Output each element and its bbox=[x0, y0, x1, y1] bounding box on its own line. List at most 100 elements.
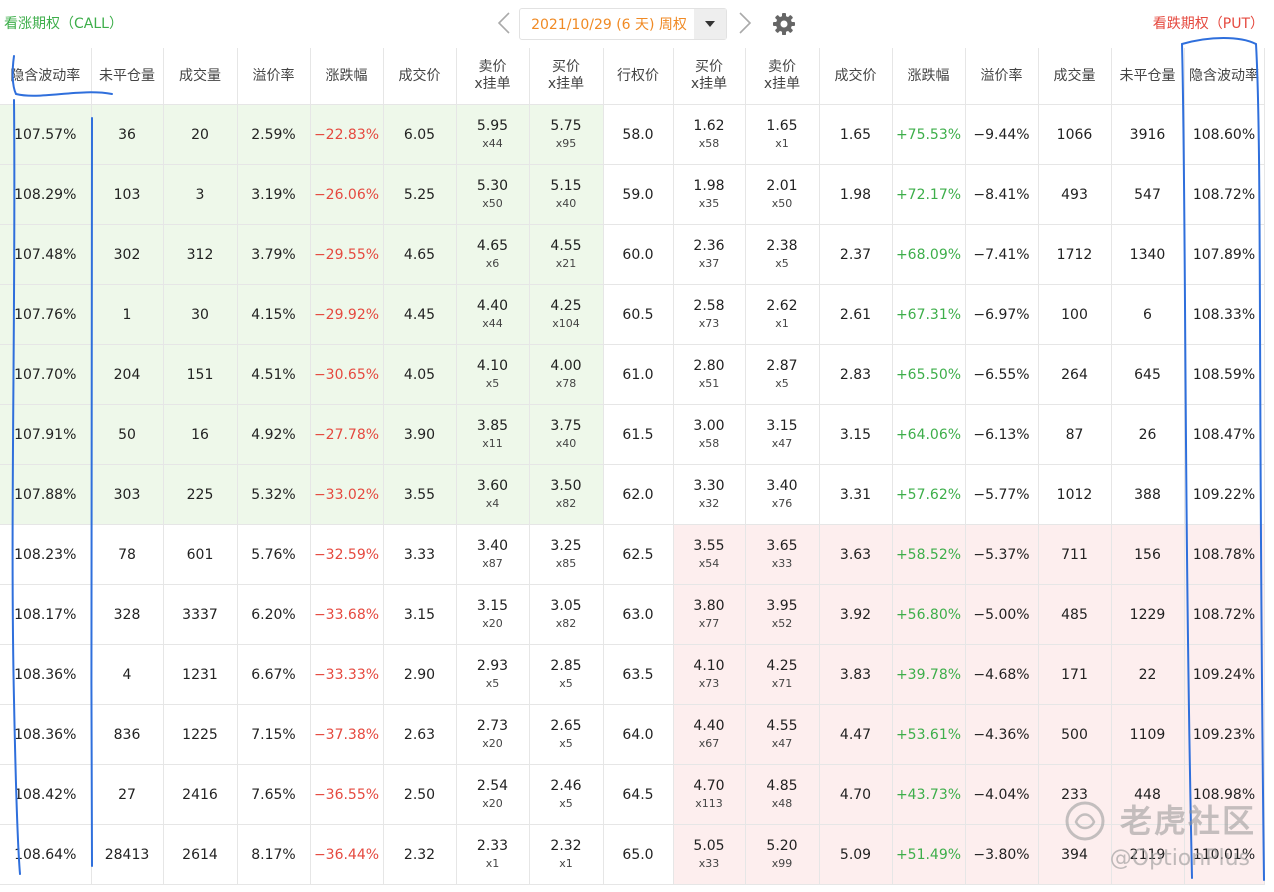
call-volume-cell[interactable]: 151 bbox=[163, 344, 238, 405]
put-change-cell[interactable]: +65.50% bbox=[892, 344, 966, 405]
put-volume-cell[interactable]: 711 bbox=[1038, 524, 1112, 585]
column-header[interactable]: 行权价 bbox=[603, 48, 674, 105]
call-open-interest-cell[interactable]: 1 bbox=[91, 284, 164, 345]
strike-cell[interactable]: 65.0 bbox=[603, 824, 674, 885]
call-last-price-cell[interactable]: 2.50 bbox=[383, 764, 457, 825]
call-change-cell[interactable]: −33.02% bbox=[310, 464, 384, 525]
put-bid-cell[interactable]: 3.80 x77 bbox=[673, 584, 746, 645]
put-ask-cell[interactable]: 4.55 x47 bbox=[745, 704, 820, 765]
put-ask-cell[interactable]: 3.95 x52 bbox=[745, 584, 820, 645]
put-change-cell[interactable]: +51.49% bbox=[892, 824, 966, 885]
call-change-cell[interactable]: −32.59% bbox=[310, 524, 384, 585]
next-expiry-button[interactable] bbox=[731, 8, 759, 38]
put-bid-cell[interactable]: 4.70 x113 bbox=[673, 764, 746, 825]
call-bid-cell[interactable]: 5.75 x95 bbox=[529, 104, 604, 165]
call-last-price-cell[interactable]: 2.90 bbox=[383, 644, 457, 705]
put-premium-rate-cell[interactable]: −5.00% bbox=[965, 584, 1039, 645]
call-last-price-cell[interactable]: 3.55 bbox=[383, 464, 457, 525]
put-premium-rate-cell[interactable]: −7.41% bbox=[965, 224, 1039, 285]
call-ask-cell[interactable]: 4.10 x5 bbox=[456, 344, 530, 405]
put-iv-cell[interactable]: 108.60% bbox=[1184, 104, 1265, 165]
call-open-interest-cell[interactable]: 4 bbox=[91, 644, 164, 705]
put-bid-cell[interactable]: 2.80 x51 bbox=[673, 344, 746, 405]
call-open-interest-cell[interactable]: 78 bbox=[91, 524, 164, 585]
call-ask-cell[interactable]: 3.40 x87 bbox=[456, 524, 530, 585]
call-bid-cell[interactable]: 3.50 x82 bbox=[529, 464, 604, 525]
call-premium-rate-cell[interactable]: 5.32% bbox=[237, 464, 311, 525]
put-ask-cell[interactable]: 2.01 x50 bbox=[745, 164, 820, 225]
call-bid-cell[interactable]: 5.15 x40 bbox=[529, 164, 604, 225]
call-bid-cell[interactable]: 4.00 x78 bbox=[529, 344, 604, 405]
call-bid-cell[interactable]: 4.25 x104 bbox=[529, 284, 604, 345]
put-last-price-cell[interactable]: 3.92 bbox=[819, 584, 893, 645]
put-volume-cell[interactable]: 171 bbox=[1038, 644, 1112, 705]
table-row[interactable]: 107.91% 50 16 4.92% −27.78% 3.90 3.85 x11 3.75 x4… bbox=[0, 404, 1265, 465]
put-premium-rate-cell[interactable]: −8.41% bbox=[965, 164, 1039, 225]
put-open-interest-cell[interactable]: 3916 bbox=[1111, 104, 1185, 165]
call-iv-cell[interactable]: 108.42% bbox=[0, 764, 92, 825]
strike-cell[interactable]: 64.5 bbox=[603, 764, 674, 825]
put-last-price-cell[interactable]: 3.15 bbox=[819, 404, 893, 465]
put-volume-cell[interactable]: 100 bbox=[1038, 284, 1112, 345]
put-last-price-cell[interactable]: 3.31 bbox=[819, 464, 893, 525]
call-premium-rate-cell[interactable]: 3.19% bbox=[237, 164, 311, 225]
call-change-cell[interactable]: −36.55% bbox=[310, 764, 384, 825]
call-volume-cell[interactable]: 601 bbox=[163, 524, 238, 585]
put-open-interest-cell[interactable]: 6 bbox=[1111, 284, 1185, 345]
column-header[interactable]: 成交量 bbox=[163, 48, 238, 105]
call-ask-cell[interactable]: 3.60 x4 bbox=[456, 464, 530, 525]
strike-cell[interactable]: 59.0 bbox=[603, 164, 674, 225]
expiry-select[interactable]: 2021/10/29 (6 天) 周权 bbox=[519, 8, 727, 40]
call-premium-rate-cell[interactable]: 7.65% bbox=[237, 764, 311, 825]
call-iv-cell[interactable]: 108.29% bbox=[0, 164, 92, 225]
table-row[interactable]: 108.17% 328 3337 6.20% −33.68% 3.15 3.15 x20 3.0… bbox=[0, 584, 1265, 645]
put-ask-cell[interactable]: 2.87 x5 bbox=[745, 344, 820, 405]
call-ask-cell[interactable]: 4.40 x44 bbox=[456, 284, 530, 345]
table-row[interactable]: 107.57% 36 20 2.59% −22.83% 6.05 5.95 x44 5.75 x9… bbox=[0, 104, 1265, 165]
put-volume-cell[interactable]: 87 bbox=[1038, 404, 1112, 465]
call-open-interest-cell[interactable]: 328 bbox=[91, 584, 164, 645]
call-iv-cell[interactable]: 107.48% bbox=[0, 224, 92, 285]
call-last-price-cell[interactable]: 5.25 bbox=[383, 164, 457, 225]
put-premium-rate-cell[interactable]: −4.04% bbox=[965, 764, 1039, 825]
column-header[interactable]: 未平仓量 bbox=[91, 48, 164, 105]
table-row[interactable]: 108.29% 103 3 3.19% −26.06% 5.25 5.30 x50 5.15 x4… bbox=[0, 164, 1265, 225]
call-open-interest-cell[interactable]: 204 bbox=[91, 344, 164, 405]
put-iv-cell[interactable]: 108.72% bbox=[1184, 584, 1265, 645]
put-iv-cell[interactable]: 109.23% bbox=[1184, 704, 1265, 765]
put-ask-cell[interactable]: 3.40 x76 bbox=[745, 464, 820, 525]
put-bid-cell[interactable]: 4.40 x67 bbox=[673, 704, 746, 765]
call-volume-cell[interactable]: 312 bbox=[163, 224, 238, 285]
put-change-cell[interactable]: +75.53% bbox=[892, 104, 966, 165]
call-change-cell[interactable]: −33.33% bbox=[310, 644, 384, 705]
column-header[interactable]: 卖价 x挂单 bbox=[745, 48, 820, 105]
table-row[interactable]: 107.70% 204 151 4.51% −30.65% 4.05 4.10 x5 4.00 x… bbox=[0, 344, 1265, 405]
put-change-cell[interactable]: +57.62% bbox=[892, 464, 966, 525]
call-change-cell[interactable]: −37.38% bbox=[310, 704, 384, 765]
put-ask-cell[interactable]: 4.85 x48 bbox=[745, 764, 820, 825]
call-bid-cell[interactable]: 2.65 x5 bbox=[529, 704, 604, 765]
call-volume-cell[interactable]: 225 bbox=[163, 464, 238, 525]
call-bid-cell[interactable]: 2.32 x1 bbox=[529, 824, 604, 885]
call-open-interest-cell[interactable]: 103 bbox=[91, 164, 164, 225]
put-volume-cell[interactable]: 1066 bbox=[1038, 104, 1112, 165]
call-iv-cell[interactable]: 108.64% bbox=[0, 824, 92, 885]
put-last-price-cell[interactable]: 1.98 bbox=[819, 164, 893, 225]
put-ask-cell[interactable]: 2.38 x5 bbox=[745, 224, 820, 285]
put-open-interest-cell[interactable]: 156 bbox=[1111, 524, 1185, 585]
call-iv-cell[interactable]: 107.88% bbox=[0, 464, 92, 525]
put-iv-cell[interactable]: 108.59% bbox=[1184, 344, 1265, 405]
table-row[interactable]: 107.48% 302 312 3.79% −29.55% 4.65 4.65 x6 4.55 x… bbox=[0, 224, 1265, 285]
call-open-interest-cell[interactable]: 27 bbox=[91, 764, 164, 825]
call-iv-cell[interactable]: 108.36% bbox=[0, 644, 92, 705]
put-change-cell[interactable]: +56.80% bbox=[892, 584, 966, 645]
put-change-cell[interactable]: +43.73% bbox=[892, 764, 966, 825]
call-change-cell[interactable]: −33.68% bbox=[310, 584, 384, 645]
put-change-cell[interactable]: +39.78% bbox=[892, 644, 966, 705]
put-last-price-cell[interactable]: 2.83 bbox=[819, 344, 893, 405]
put-open-interest-cell[interactable]: 26 bbox=[1111, 404, 1185, 465]
call-iv-cell[interactable]: 108.36% bbox=[0, 704, 92, 765]
call-ask-cell[interactable]: 2.33 x1 bbox=[456, 824, 530, 885]
call-premium-rate-cell[interactable]: 6.20% bbox=[237, 584, 311, 645]
call-volume-cell[interactable]: 2614 bbox=[163, 824, 238, 885]
